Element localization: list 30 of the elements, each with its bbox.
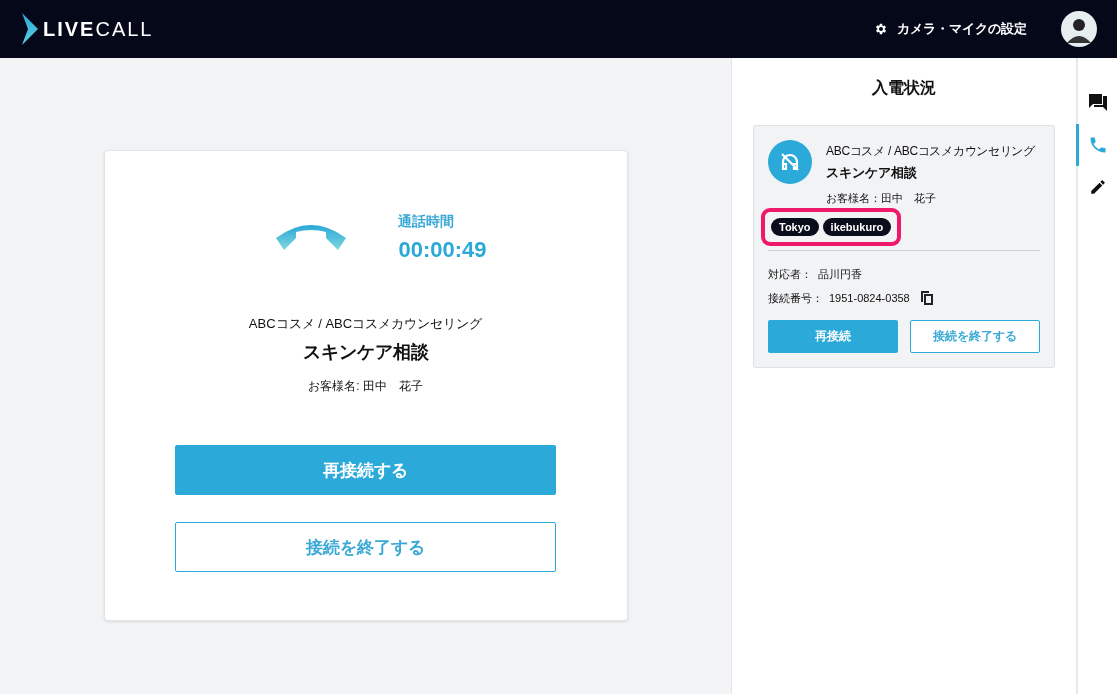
topic-title: スキンケア相談 — [826, 164, 918, 182]
phone-hangup-icon — [274, 224, 349, 252]
reconnect-button[interactable]: 再接続する — [175, 445, 556, 495]
customer-name: お客様名: 田中 花子 — [308, 378, 423, 395]
camera-mic-settings-button[interactable]: カメラ・マイクの設定 — [874, 20, 1027, 38]
tag: Tokyo — [771, 218, 819, 236]
duration-label: 通話時間 — [398, 213, 456, 231]
call-duration: 00:00:49 — [398, 237, 487, 263]
settings-icon — [874, 22, 888, 36]
headset-off-icon — [768, 140, 812, 184]
agent-label: 対応者： — [768, 267, 812, 282]
logo-text: LIVECALL — [43, 17, 154, 41]
logo-icon — [22, 13, 38, 45]
topic-title: スキンケア相談 — [302, 341, 429, 364]
panel-title: 入電状況 — [872, 78, 936, 98]
copy-icon[interactable] — [919, 290, 934, 306]
customer-name: お客様名：田中 花子 — [826, 191, 937, 206]
company-name: ABCコスメ / ABCコスメカウンセリング — [248, 315, 483, 333]
end-connection-button[interactable]: 接続を終了する — [909, 320, 1040, 353]
connection-number: 1951-0824-0358 — [829, 292, 910, 304]
agent-name: 品川円香 — [818, 267, 862, 282]
phone-icon — [1088, 135, 1108, 155]
reconnect-button[interactable]: 再接続 — [768, 320, 898, 353]
end-connection-button[interactable]: 接続を終了する — [175, 522, 556, 572]
user-avatar[interactable] — [1061, 11, 1097, 47]
tag: ikebukuro — [822, 218, 892, 236]
chat-icon — [1088, 93, 1108, 113]
pencil-icon — [1089, 178, 1107, 196]
company-name: ABCコスメ / ABCコスメカウンセリング — [826, 143, 1035, 160]
number-label: 接続番号： — [768, 290, 823, 306]
